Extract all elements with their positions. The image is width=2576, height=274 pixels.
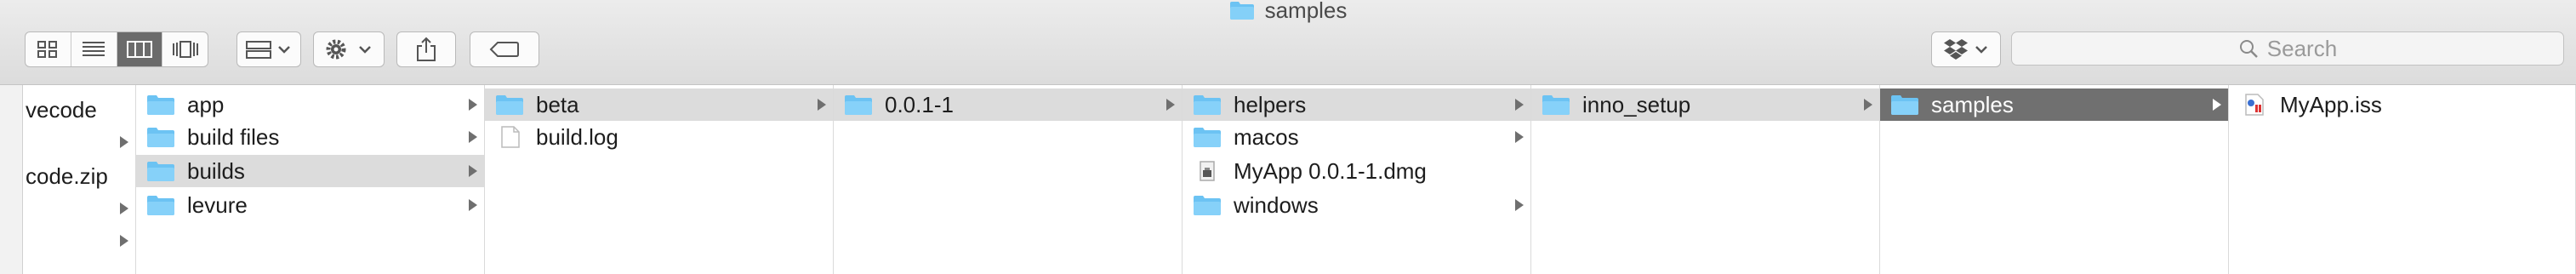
folder-icon bbox=[146, 94, 175, 116]
column-2: beta build.log bbox=[485, 85, 834, 274]
tag-icon bbox=[489, 42, 519, 57]
list-view-icon bbox=[83, 42, 105, 56]
action-button[interactable] bbox=[313, 31, 385, 67]
list-item[interactable]: build files bbox=[136, 121, 484, 153]
column-4: helpers macos MyApp 0.0.1-1.dmg windows bbox=[1183, 85, 1531, 274]
sidebar-edge bbox=[0, 85, 23, 274]
arrange-button[interactable] bbox=[237, 31, 301, 67]
list-item[interactable]: beta bbox=[485, 88, 833, 121]
disclosure-arrow-icon bbox=[120, 235, 128, 247]
column-6: samples bbox=[1880, 85, 2229, 274]
toolbar: samples Search bbox=[0, 0, 2576, 85]
list-item-label: samples bbox=[1931, 91, 2014, 117]
list-item-label: code.zip bbox=[26, 163, 108, 189]
disclosure-arrow-icon bbox=[1166, 99, 1175, 111]
disclosure-arrow-icon bbox=[1515, 131, 1524, 143]
list-item[interactable] bbox=[22, 126, 135, 158]
arrange-icon bbox=[246, 41, 290, 59]
list-item-label: inno_setup bbox=[1582, 91, 1691, 117]
disclosure-arrow-icon bbox=[120, 136, 128, 148]
column-view-button[interactable] bbox=[117, 32, 163, 66]
folder-icon bbox=[1229, 2, 1254, 20]
icon-view-button[interactable] bbox=[26, 32, 71, 66]
folder-icon bbox=[146, 126, 175, 148]
folder-icon bbox=[1542, 94, 1570, 116]
list-item[interactable]: macos bbox=[1183, 121, 1530, 153]
list-item[interactable]: builds bbox=[136, 155, 484, 187]
cover-flow-icon bbox=[172, 41, 198, 58]
list-item-label: build.log bbox=[536, 123, 618, 150]
folder-icon bbox=[146, 194, 175, 216]
list-item-label: MyApp.iss bbox=[2280, 91, 2382, 117]
list-item-label: vecode bbox=[26, 96, 97, 123]
list-item-label: build files bbox=[187, 123, 280, 150]
disclosure-arrow-icon bbox=[120, 203, 128, 214]
disclosure-arrow-icon bbox=[818, 99, 826, 111]
disclosure-arrow-icon bbox=[469, 99, 477, 111]
disclosure-arrow-icon bbox=[1515, 199, 1524, 211]
list-item[interactable]: helpers bbox=[1183, 88, 1530, 121]
folder-icon bbox=[844, 94, 873, 116]
column-5: inno_setup bbox=[1531, 85, 1880, 274]
list-item-label: helpers bbox=[1234, 91, 1307, 117]
folder-icon bbox=[146, 160, 175, 182]
list-item-label: builds bbox=[187, 157, 245, 184]
list-item-label: MyApp 0.0.1-1.dmg bbox=[1234, 157, 1427, 184]
list-item[interactable]: build.log bbox=[485, 121, 833, 153]
column-browser: vecode code.zip app build files builds levure… bbox=[0, 85, 2576, 274]
cover-flow-view-button[interactable] bbox=[162, 32, 208, 66]
list-item[interactable]: app bbox=[136, 88, 484, 121]
search-field[interactable]: Search bbox=[2011, 31, 2564, 66]
list-item-label: 0.0.1-1 bbox=[885, 91, 954, 117]
window-title: samples bbox=[1264, 0, 1348, 23]
disclosure-arrow-icon bbox=[469, 199, 477, 211]
document-icon bbox=[495, 126, 524, 148]
list-item[interactable]: levure bbox=[136, 189, 484, 221]
list-item[interactable]: MyApp 0.0.1-1.dmg bbox=[1183, 155, 1530, 187]
disclosure-arrow-icon bbox=[1864, 99, 1872, 111]
list-item[interactable]: windows bbox=[1183, 189, 1530, 221]
disclosure-arrow-icon bbox=[469, 165, 477, 177]
list-item[interactable]: MyApp.iss bbox=[2229, 88, 2575, 121]
dropbox-button[interactable] bbox=[1931, 31, 2001, 67]
list-item[interactable]: 0.0.1-1 bbox=[834, 88, 1182, 121]
list-item-label: macos bbox=[1234, 123, 1299, 150]
disclosure-arrow-icon bbox=[2213, 99, 2221, 111]
list-view-button[interactable] bbox=[71, 32, 117, 66]
list-item[interactable]: vecode bbox=[22, 94, 135, 126]
list-item[interactable] bbox=[22, 225, 135, 257]
list-item-label: app bbox=[187, 91, 225, 117]
disclosure-arrow-icon bbox=[469, 131, 477, 143]
list-item[interactable]: code.zip bbox=[22, 160, 135, 192]
dmg-icon bbox=[1193, 160, 1222, 182]
list-item[interactable] bbox=[22, 192, 135, 225]
gear-icon bbox=[326, 39, 371, 60]
window-title-bar: samples bbox=[0, 0, 2576, 23]
share-button[interactable] bbox=[396, 31, 456, 67]
folder-icon bbox=[1890, 94, 1919, 116]
view-switcher bbox=[25, 31, 208, 67]
column-1: app build files builds levure bbox=[136, 85, 485, 274]
column-7: MyApp.iss bbox=[2229, 85, 2576, 274]
search-icon bbox=[2239, 40, 2258, 58]
column-3: 0.0.1-1 bbox=[834, 85, 1183, 274]
list-item-label: windows bbox=[1234, 191, 1319, 218]
disclosure-arrow-icon bbox=[1515, 99, 1524, 111]
search-placeholder: Search bbox=[2266, 35, 2338, 61]
column-view-icon bbox=[126, 41, 152, 58]
column-0: vecode code.zip bbox=[22, 85, 136, 274]
folder-icon bbox=[495, 94, 524, 116]
iss-file-icon bbox=[2239, 94, 2268, 116]
list-item[interactable]: inno_setup bbox=[1531, 88, 1879, 121]
dropbox-icon bbox=[1944, 39, 1987, 60]
icon-view-icon bbox=[37, 41, 58, 58]
list-item-label: levure bbox=[187, 191, 248, 218]
list-item[interactable]: samples bbox=[1880, 88, 2228, 121]
tags-button[interactable] bbox=[470, 31, 539, 67]
folder-icon bbox=[1193, 94, 1222, 116]
folder-icon bbox=[1193, 126, 1222, 148]
folder-icon bbox=[1193, 194, 1222, 216]
share-icon bbox=[417, 37, 436, 61]
list-item-label: beta bbox=[536, 91, 579, 117]
